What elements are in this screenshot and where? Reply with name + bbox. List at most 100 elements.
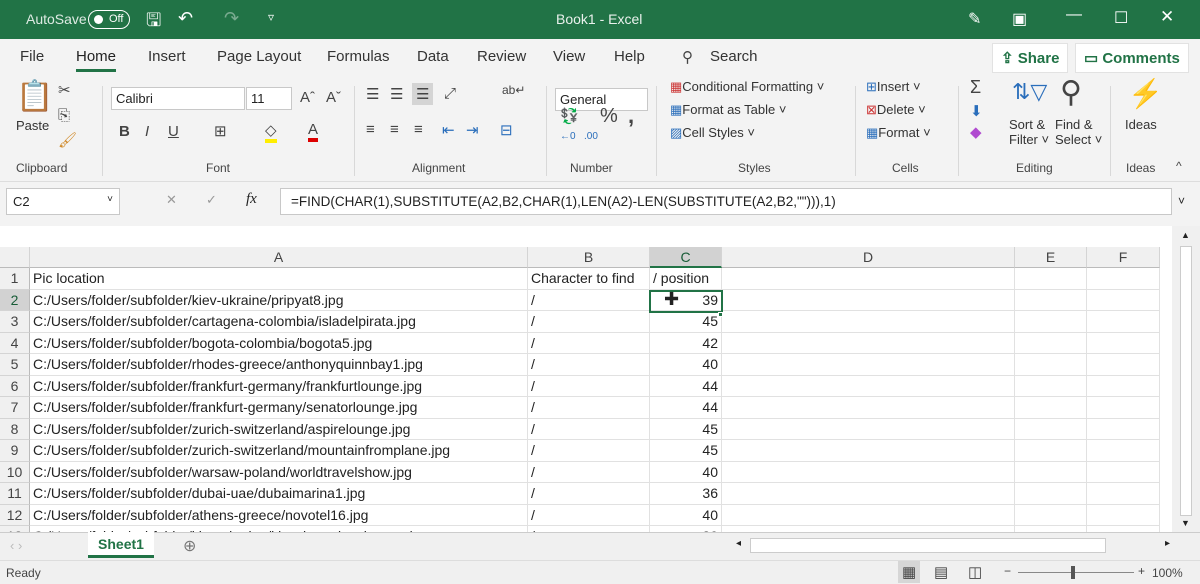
tab-data[interactable]: Data — [417, 48, 449, 65]
zoom-slider[interactable] — [1018, 572, 1134, 573]
insert-function-icon[interactable]: fx — [246, 191, 257, 208]
cell-f5[interactable] — [1087, 354, 1160, 376]
cell-c1[interactable]: / position — [650, 268, 722, 290]
row-header[interactable]: 10 — [0, 461, 30, 483]
cell-a1[interactable]: Pic location — [30, 268, 528, 290]
cell-b5[interactable]: / — [528, 354, 650, 376]
format-cells-button[interactable]: ▦Format ˅ — [866, 125, 931, 141]
cell-a12[interactable]: C:/Users/folder/subfolder/athens-greece/… — [30, 504, 528, 526]
cell-f10[interactable] — [1087, 461, 1160, 483]
close-icon[interactable]: ✕ — [1160, 7, 1174, 27]
autosum-icon[interactable]: Σ — [970, 77, 981, 98]
cell-a10[interactable]: C:/Users/folder/subfolder/warsaw-poland/… — [30, 461, 528, 483]
add-sheet-icon[interactable]: ⊕ — [183, 536, 196, 556]
percent-icon[interactable]: % — [600, 105, 618, 128]
cell-a3[interactable]: C:/Users/folder/subfolder/cartagena-colo… — [30, 311, 528, 333]
column-header-f[interactable]: F — [1087, 247, 1160, 268]
row-header[interactable]: 7 — [0, 397, 30, 419]
tab-file[interactable]: File — [20, 48, 44, 65]
cell-b10[interactable]: / — [528, 461, 650, 483]
row-header[interactable]: 2 — [0, 289, 30, 311]
cell-b4[interactable]: / — [528, 332, 650, 354]
cell-e9[interactable] — [1015, 440, 1087, 462]
cell-d8[interactable] — [722, 418, 1015, 440]
ideas-icon[interactable]: ⚡ — [1128, 77, 1163, 110]
column-header-b[interactable]: B — [528, 247, 650, 268]
row-header[interactable]: 12 — [0, 504, 30, 526]
page-break-view-icon[interactable]: ◫ — [968, 563, 982, 581]
normal-view-icon[interactable]: ▦ — [898, 561, 921, 583]
cell-e8[interactable] — [1015, 418, 1087, 440]
spreadsheet-grid[interactable]: A B C D E F 1 Pic location Character to find / po… — [0, 226, 1172, 532]
row-header[interactable]: 11 — [0, 483, 30, 505]
column-header-a[interactable]: A — [30, 247, 528, 268]
align-middle-icon[interactable]: ☰ — [390, 85, 403, 103]
cell-d10[interactable] — [722, 461, 1015, 483]
cell-e12[interactable] — [1015, 504, 1087, 526]
copy-icon[interactable]: ⎘ — [58, 107, 70, 124]
select-all-corner[interactable] — [0, 247, 30, 268]
bold-button[interactable]: B — [119, 123, 130, 140]
align-left-icon[interactable]: ≡ — [366, 121, 375, 138]
cell-f2[interactable] — [1087, 289, 1160, 311]
cell-d7[interactable] — [722, 397, 1015, 419]
cell-a5[interactable]: C:/Users/folder/subfolder/rhodes-greece/… — [30, 354, 528, 376]
decrease-font-icon[interactable]: Aˇ — [326, 89, 341, 106]
align-right-icon[interactable]: ≡ — [414, 121, 423, 138]
cell-f1[interactable] — [1087, 268, 1160, 290]
lightbulb-icon[interactable]: ✎ — [968, 9, 981, 29]
fill-icon[interactable]: ⬇ — [970, 102, 983, 120]
cell-c12[interactable]: 40 — [650, 504, 722, 526]
cell-b7[interactable]: / — [528, 397, 650, 419]
find-select-button[interactable]: Find & Select ˅ — [1055, 117, 1102, 147]
cell-c7[interactable]: 44 — [650, 397, 722, 419]
increase-font-icon[interactable]: Aˆ — [300, 89, 315, 106]
customize-qat-icon[interactable]: ▿ — [268, 10, 274, 24]
cell-styles-button[interactable]: ▨Cell Styles ˅ — [670, 125, 755, 141]
cell-d5[interactable] — [722, 354, 1015, 376]
increase-indent-icon[interactable]: ⇥ — [466, 121, 479, 139]
row-header[interactable]: 3 — [0, 311, 30, 333]
horizontal-scrollbar[interactable]: ◂ ▸ — [732, 537, 1176, 555]
merge-center-icon[interactable]: ⊟ — [500, 121, 513, 139]
find-icon[interactable]: ⚲ — [1060, 75, 1082, 110]
font-name-combo[interactable]: Calibri — [111, 87, 245, 110]
increase-decimal-icon[interactable]: ←0 — [560, 131, 576, 142]
cell-c8[interactable]: 45 — [650, 418, 722, 440]
minimize-icon[interactable]: — — [1066, 6, 1082, 24]
decrease-indent-icon[interactable]: ⇤ — [442, 121, 455, 139]
cell-a11[interactable]: C:/Users/folder/subfolder/dubai-uae/duba… — [30, 483, 528, 505]
cell-b2[interactable]: / — [528, 289, 650, 311]
row-header[interactable]: 5 — [0, 354, 30, 376]
cell-c3[interactable]: 45 — [650, 311, 722, 333]
cell-f9[interactable] — [1087, 440, 1160, 462]
cell-f8[interactable] — [1087, 418, 1160, 440]
cell-e5[interactable] — [1015, 354, 1087, 376]
cell-d9[interactable] — [722, 440, 1015, 462]
collapse-ribbon-icon[interactable]: ^ — [1176, 159, 1182, 173]
cell-f11[interactable] — [1087, 483, 1160, 505]
format-painter-icon[interactable]: 🖌 — [58, 131, 77, 149]
cell-f7[interactable] — [1087, 397, 1160, 419]
tab-page-layout[interactable]: Page Layout — [217, 48, 301, 65]
cell-d11[interactable] — [722, 483, 1015, 505]
decrease-decimal-icon[interactable]: .00 — [584, 131, 598, 142]
cell-b12[interactable]: / — [528, 504, 650, 526]
formula-input[interactable]: =FIND(CHAR(1),SUBSTITUTE(A2,B2,CHAR(1),L… — [280, 188, 1172, 215]
font-color-icon[interactable]: A — [308, 121, 319, 142]
align-bottom-icon[interactable]: ☰ — [412, 83, 434, 105]
fill-color-icon[interactable]: ◇ — [265, 121, 277, 143]
sort-filter-icon[interactable]: ⇅▽ — [1012, 79, 1047, 105]
tab-review[interactable]: Review — [477, 48, 526, 65]
paste-icon[interactable]: 📋 — [16, 79, 53, 114]
enter-icon[interactable]: ✓ — [206, 192, 217, 208]
vertical-scrollbar[interactable]: ▲ ▼ — [1172, 226, 1200, 532]
font-size-combo[interactable]: 11 — [246, 87, 292, 110]
cell-d2[interactable] — [722, 289, 1015, 311]
tab-home[interactable]: Home — [76, 48, 117, 72]
align-center-icon[interactable]: ≡ — [390, 121, 399, 138]
cell-e6[interactable] — [1015, 375, 1087, 397]
paste-button[interactable]: Paste — [16, 118, 49, 133]
search-box[interactable]: Search — [710, 48, 758, 65]
sheet-tab[interactable]: Sheet1 — [88, 532, 154, 558]
